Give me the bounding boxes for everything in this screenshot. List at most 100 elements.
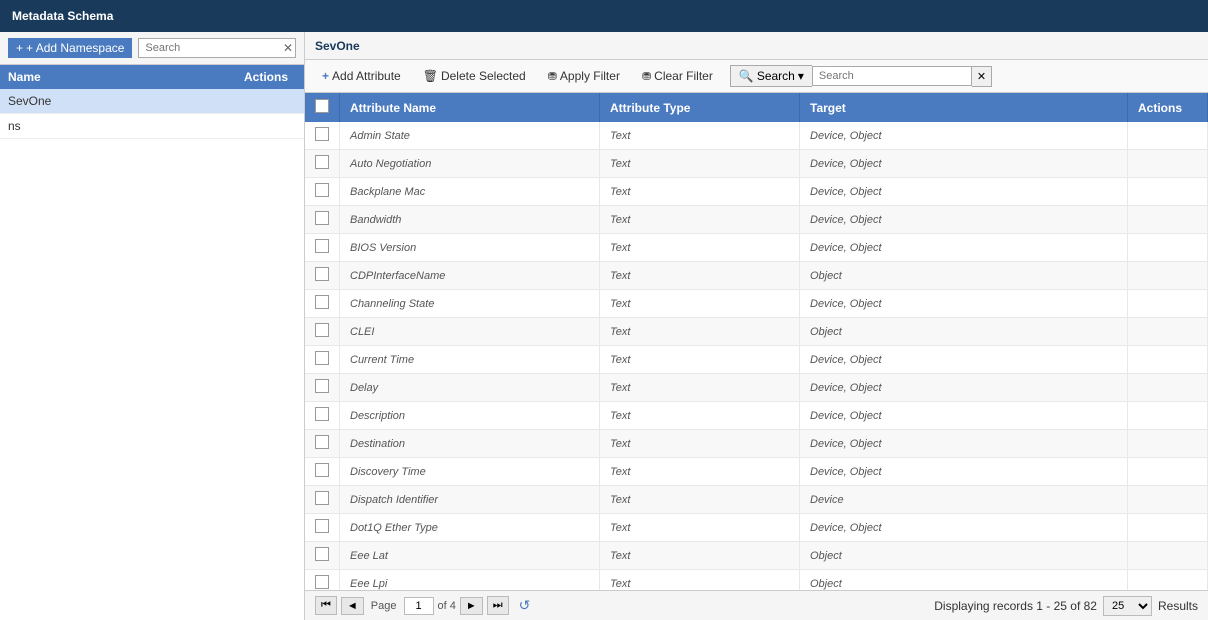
row-checkbox[interactable] bbox=[315, 575, 329, 589]
row-checkbox[interactable] bbox=[315, 491, 329, 505]
table-row: BandwidthTextDevice, Object bbox=[305, 206, 1208, 234]
row-checkbox[interactable] bbox=[315, 351, 329, 365]
last-page-button[interactable]: ⏭ bbox=[487, 596, 509, 615]
actions-cell bbox=[1128, 318, 1208, 346]
row-checkbox-cell bbox=[305, 290, 340, 318]
attribute-name-cell: Channeling State bbox=[340, 290, 600, 318]
attribute-name-cell: Eee Lpi bbox=[340, 570, 600, 591]
row-checkbox[interactable] bbox=[315, 239, 329, 253]
table-row: Current TimeTextDevice, Object bbox=[305, 346, 1208, 374]
attribute-type-cell: Text bbox=[600, 206, 800, 234]
row-checkbox[interactable] bbox=[315, 379, 329, 393]
refresh-button[interactable]: ↺ bbox=[519, 597, 531, 614]
table-row: DescriptionTextDevice, Object bbox=[305, 402, 1208, 430]
row-checkbox[interactable] bbox=[315, 519, 329, 533]
right-toolbar: + Add Attribute 🗑 Delete Selected ⛃ Appl… bbox=[305, 60, 1208, 93]
row-checkbox-cell bbox=[305, 318, 340, 346]
row-checkbox[interactable] bbox=[315, 211, 329, 225]
per-page-select[interactable]: 25 50 100 bbox=[1103, 596, 1152, 616]
actions-cell bbox=[1128, 122, 1208, 150]
namespace-search-clear-button[interactable]: ✕ bbox=[283, 42, 293, 54]
row-checkbox[interactable] bbox=[315, 127, 329, 141]
row-checkbox[interactable] bbox=[315, 323, 329, 337]
clear-filter-button[interactable]: ⛃ Clear Filter bbox=[633, 66, 722, 86]
attribute-search-input[interactable] bbox=[812, 66, 972, 86]
target-cell: Object bbox=[800, 570, 1128, 591]
attribute-search-clear-button[interactable]: ✕ bbox=[972, 66, 992, 87]
attribute-name-cell: Discovery Time bbox=[340, 458, 600, 486]
namespace-search-input[interactable] bbox=[138, 38, 296, 58]
row-checkbox[interactable] bbox=[315, 295, 329, 309]
table-row: Channeling StateTextDevice, Object bbox=[305, 290, 1208, 318]
attribute-table: Attribute Name Attribute Type Target Act… bbox=[305, 93, 1208, 590]
next-page-button[interactable]: ► bbox=[460, 597, 483, 615]
row-checkbox[interactable] bbox=[315, 183, 329, 197]
row-checkbox-cell bbox=[305, 430, 340, 458]
row-checkbox-cell bbox=[305, 402, 340, 430]
attribute-type-cell: Text bbox=[600, 262, 800, 290]
delete-selected-button[interactable]: 🗑 Delete Selected bbox=[414, 66, 535, 86]
results-label: Results bbox=[1158, 599, 1198, 613]
attribute-name-cell: Delay bbox=[340, 374, 600, 402]
apply-filter-button[interactable]: ⛃ Apply Filter bbox=[539, 66, 629, 86]
table-row: CLEITextObject bbox=[305, 318, 1208, 346]
target-cell: Object bbox=[800, 542, 1128, 570]
actions-cell bbox=[1128, 234, 1208, 262]
add-namespace-button[interactable]: + + Add Namespace bbox=[8, 38, 132, 58]
row-checkbox[interactable] bbox=[315, 463, 329, 477]
namespace-item-ns[interactable]: ns bbox=[0, 114, 304, 139]
attribute-type-cell: Text bbox=[600, 486, 800, 514]
target-cell: Device, Object bbox=[800, 122, 1128, 150]
attribute-name-cell: Destination bbox=[340, 430, 600, 458]
actions-header: Actions bbox=[1128, 93, 1208, 122]
row-checkbox[interactable] bbox=[315, 435, 329, 449]
select-all-checkbox[interactable] bbox=[315, 99, 329, 113]
row-checkbox[interactable] bbox=[315, 155, 329, 169]
first-page-button[interactable]: ⏮ bbox=[315, 596, 337, 615]
target-header: Target bbox=[800, 93, 1128, 122]
row-checkbox[interactable] bbox=[315, 267, 329, 281]
row-checkbox[interactable] bbox=[315, 547, 329, 561]
attribute-name-cell: CLEI bbox=[340, 318, 600, 346]
attribute-name-cell: Current Time bbox=[340, 346, 600, 374]
actions-cell bbox=[1128, 290, 1208, 318]
actions-cell bbox=[1128, 346, 1208, 374]
attribute-type-cell: Text bbox=[600, 374, 800, 402]
table-row: BIOS VersionTextDevice, Object bbox=[305, 234, 1208, 262]
plus-icon: + bbox=[16, 41, 23, 55]
attribute-type-cell: Text bbox=[600, 178, 800, 206]
page-label: Page bbox=[371, 600, 397, 612]
target-cell: Device bbox=[800, 486, 1128, 514]
target-cell: Device, Object bbox=[800, 346, 1128, 374]
row-checkbox-cell bbox=[305, 570, 340, 591]
table-row: Dispatch IdentifierTextDevice bbox=[305, 486, 1208, 514]
prev-page-button[interactable]: ◄ bbox=[341, 597, 364, 615]
row-checkbox-cell bbox=[305, 234, 340, 262]
checkbox-header bbox=[305, 93, 340, 122]
actions-cell bbox=[1128, 374, 1208, 402]
displaying-text: Displaying records 1 - 25 of 82 bbox=[934, 599, 1097, 613]
table-row: DelayTextDevice, Object bbox=[305, 374, 1208, 402]
main-layout: + + Add Namespace ✕ Name Actions SevOne … bbox=[0, 32, 1208, 620]
table-row: Discovery TimeTextDevice, Object bbox=[305, 458, 1208, 486]
target-cell: Device, Object bbox=[800, 430, 1128, 458]
search-dropdown-button[interactable]: 🔍 Search ▾ bbox=[730, 65, 812, 87]
attribute-name-cell: Backplane Mac bbox=[340, 178, 600, 206]
actions-cell bbox=[1128, 206, 1208, 234]
target-cell: Device, Object bbox=[800, 206, 1128, 234]
actions-cell bbox=[1128, 262, 1208, 290]
attribute-type-cell: Text bbox=[600, 542, 800, 570]
table-row: Backplane MacTextDevice, Object bbox=[305, 178, 1208, 206]
row-checkbox[interactable] bbox=[315, 407, 329, 421]
page-number-input[interactable] bbox=[404, 597, 434, 615]
namespace-item-sevone[interactable]: SevOne bbox=[0, 89, 304, 114]
attribute-name-cell: Dispatch Identifier bbox=[340, 486, 600, 514]
pagination: ⏮ ◄ Page of 4 ► ⏭ ↺ bbox=[315, 596, 530, 615]
attribute-name-cell: Admin State bbox=[340, 122, 600, 150]
clear-filter-icon: ⛃ bbox=[642, 70, 651, 83]
row-checkbox-cell bbox=[305, 374, 340, 402]
attribute-type-cell: Text bbox=[600, 430, 800, 458]
attribute-type-cell: Text bbox=[600, 458, 800, 486]
add-attribute-button[interactable]: + Add Attribute bbox=[313, 66, 410, 86]
actions-cell bbox=[1128, 486, 1208, 514]
